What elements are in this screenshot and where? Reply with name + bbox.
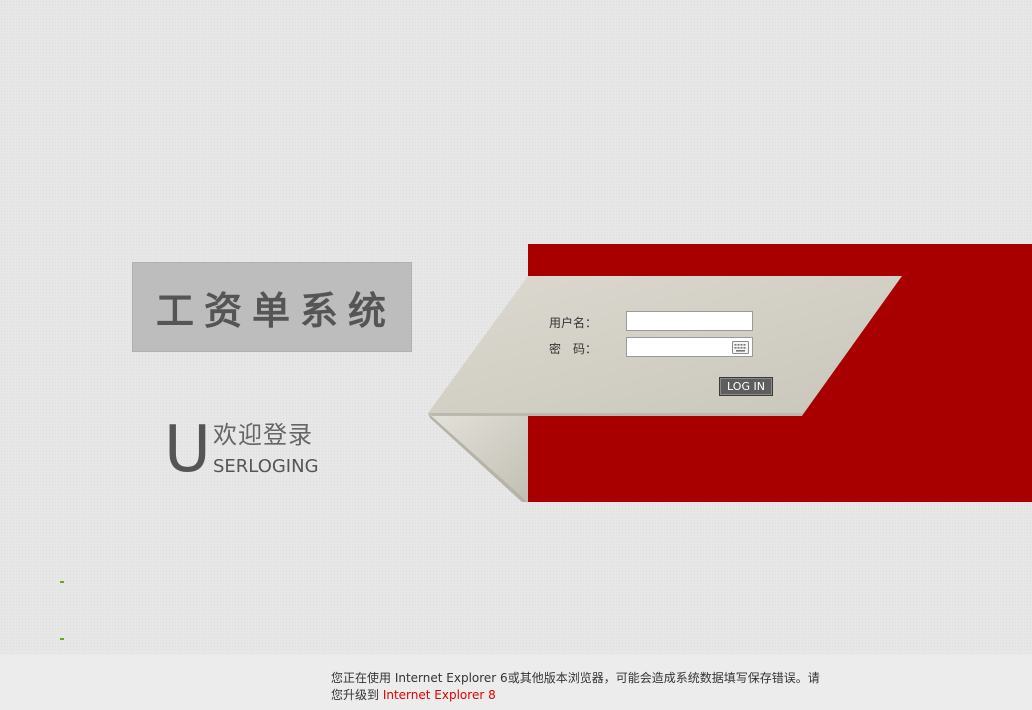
- app-title: 工资单系统: [155, 287, 396, 333]
- welcome-block: U 欢迎登录 SERLOGING: [160, 418, 360, 488]
- decorative-mark: [60, 581, 64, 583]
- username-input[interactable]: [626, 311, 753, 331]
- browser-notice-line1: 您正在使用 Internet Explorer 6或其他版本浏览器，可能会造成系…: [331, 671, 820, 685]
- login-panel-shapes: [428, 244, 1032, 502]
- ie8-upgrade-link[interactable]: Internet Explorer 8: [383, 688, 496, 702]
- decorative-mark: [60, 638, 64, 640]
- browser-notice-line2: 您升级到 Internet Explorer 8: [331, 687, 831, 704]
- welcome-english: SERLOGING: [213, 456, 319, 477]
- password-label: 密 码：: [549, 342, 598, 356]
- welcome-big-letter: U: [164, 413, 211, 487]
- keyboard-icon[interactable]: [732, 341, 749, 354]
- browser-notice-prefix: 您升级到: [331, 688, 383, 702]
- welcome-chinese: 欢迎登录: [213, 421, 313, 449]
- browser-notice: 您正在使用 Internet Explorer 6或其他版本浏览器，可能会造成系…: [331, 670, 831, 704]
- app-title-banner: 工资单系统: [132, 262, 412, 352]
- username-label: 用户名：: [549, 316, 598, 330]
- login-button[interactable]: LOG IN: [719, 377, 773, 396]
